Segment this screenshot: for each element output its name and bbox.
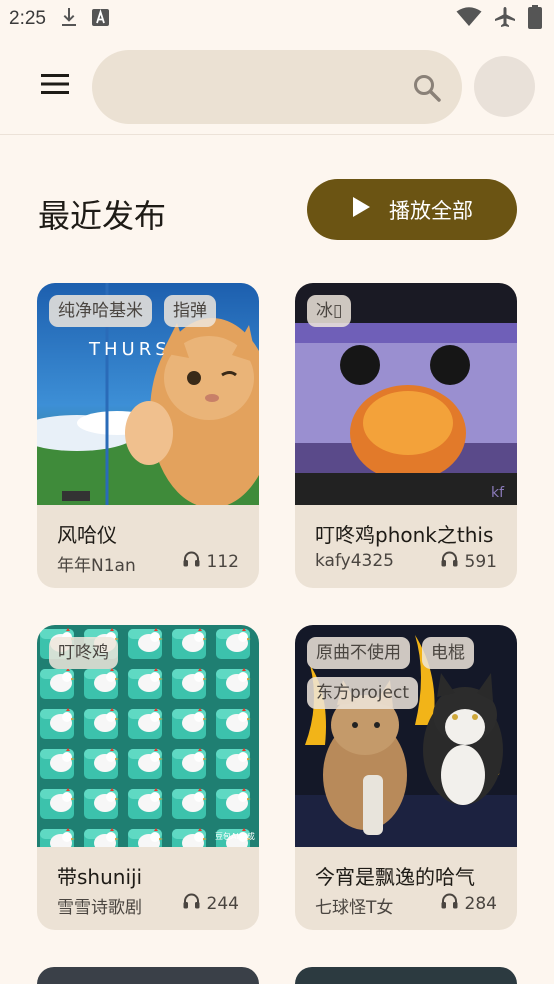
tag[interactable]: 叮咚鸡 (49, 637, 118, 669)
play-icon (351, 196, 371, 223)
svg-text:豆包AI生成: 豆包AI生成 (215, 831, 255, 841)
tag[interactable]: 电棍 (422, 637, 474, 669)
headphones-icon (183, 893, 200, 914)
app-bar (0, 38, 554, 135)
play-count-value: 591 (464, 551, 497, 572)
search-icon[interactable] (412, 73, 442, 103)
tag[interactable]: 原曲不使用 (307, 637, 410, 669)
status-bar: 2:25 (0, 0, 554, 38)
tag-list: 原曲不使用 电棍 东方project (307, 637, 507, 709)
airplane-icon (494, 6, 516, 32)
song-card[interactable] (295, 967, 517, 984)
play-count-value: 284 (464, 893, 497, 914)
search-box[interactable] (92, 50, 462, 124)
headphones-icon (441, 551, 458, 572)
song-title: 带shuniji (57, 865, 143, 889)
tag[interactable]: 纯净哈基米 (49, 295, 152, 327)
wifi-icon (456, 7, 482, 31)
menu-button[interactable] (25, 61, 85, 111)
play-count-value: 244 (206, 893, 239, 914)
play-count: 591 (441, 551, 497, 572)
play-all-label: 播放全部 (389, 198, 473, 223)
tag-list: 纯净哈基米 指弹 (49, 295, 249, 327)
tag[interactable]: 冰▯ (307, 295, 352, 327)
song-card[interactable]: THURS 纯净哈基米 指弹 风哈仪 年年N1an 112 (37, 283, 259, 588)
search-input[interactable] (116, 50, 396, 124)
song-card[interactable]: 豆包AI生成 叮咚鸡 带shuniji 雪雪诗歌剧 244 (37, 625, 259, 930)
song-card[interactable]: 原曲不使用 电棍 东方project 今宵是飘逸的哈气 七球怪T女 284 (295, 625, 517, 930)
play-count-value: 112 (206, 551, 239, 572)
play-count: 244 (183, 893, 239, 914)
song-author: 雪雪诗歌剧 (57, 898, 142, 918)
menu-icon (40, 73, 70, 99)
avatar[interactable] (474, 56, 535, 117)
tag[interactable]: 东方project (307, 677, 419, 709)
tag[interactable]: 指弹 (164, 295, 216, 327)
song-cover: kf 冰▯ (295, 283, 517, 505)
play-count: 284 (441, 893, 497, 914)
song-card[interactable]: kf 冰▯ 叮咚鸡phonk之this kafy4325 591 (295, 283, 517, 588)
battery-icon (528, 5, 542, 33)
svg-text:THURS: THURS (88, 339, 171, 360)
svg-text:kf: kf (491, 485, 505, 501)
song-title: 风哈仪 (57, 523, 117, 547)
tag-list: 叮咚鸡 (49, 637, 249, 669)
song-author: 年年N1an (57, 556, 136, 576)
song-cover: 原曲不使用 电棍 东方project (295, 625, 517, 847)
status-time: 2:25 (9, 8, 46, 29)
headphones-icon (441, 893, 458, 914)
song-author: 七球怪T女 (315, 898, 394, 918)
song-cover: 豆包AI生成 叮咚鸡 (37, 625, 259, 847)
song-card[interactable] (37, 967, 259, 984)
play-all-button[interactable]: 播放全部 (307, 179, 517, 240)
song-title: 叮咚鸡phonk之this (315, 523, 494, 547)
tag-list: 冰▯ (307, 295, 507, 327)
headphones-icon (183, 551, 200, 572)
text-a-icon (91, 8, 109, 30)
song-cover: THURS 纯净哈基米 指弹 (37, 283, 259, 505)
song-title: 今宵是飘逸的哈气 (315, 865, 475, 889)
section-title: 最近发布 (38, 197, 167, 235)
play-count: 112 (183, 551, 239, 572)
song-author: kafy4325 (315, 551, 394, 571)
download-icon (60, 7, 78, 31)
